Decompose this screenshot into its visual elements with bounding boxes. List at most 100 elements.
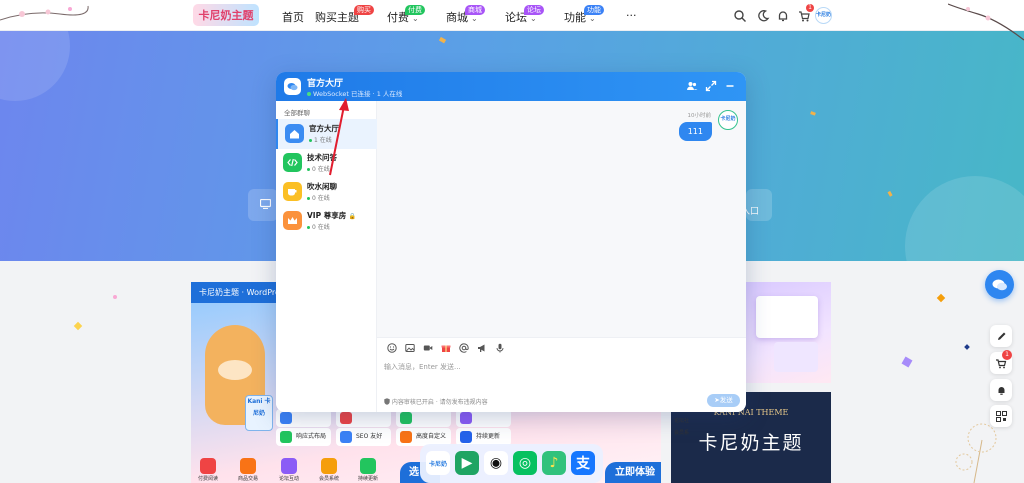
video-icon[interactable] xyxy=(423,343,433,353)
bottom-tile-forum[interactable]: 论坛互动 xyxy=(273,458,305,483)
promo-banner-title: 卡尼奶主题 xyxy=(698,432,804,454)
room-item-vip[interactable]: VIP 尊享房 🔒 0 在线 xyxy=(276,206,377,236)
banner-try-now-button[interactable]: 立即体验 xyxy=(605,462,661,483)
chat-window: 官方大厅 WebSocket 已连接 · 1 人在线 全部群聊 官方大厅 1 在… xyxy=(276,72,746,412)
room-name: VIP 尊享房 🔒 xyxy=(307,211,357,220)
tile-icon xyxy=(281,458,297,474)
crown-icon xyxy=(283,211,302,230)
room-item-official-hall[interactable]: 官方大厅 1 在线 xyxy=(276,119,377,149)
chat-room-icon xyxy=(284,78,301,95)
message-timestamp: 10小时前 xyxy=(687,113,712,119)
search-icon[interactable] xyxy=(733,9,747,23)
feature-chip-icon xyxy=(460,431,472,443)
feature-chip-responsive: 响应式布局 xyxy=(276,428,331,446)
message-composer: 内容审核已开启 · 请勿发布违规内容 ➤发送 xyxy=(377,337,746,412)
bottom-tile-updates[interactable]: 持续更新 xyxy=(352,458,384,483)
bell-icon xyxy=(998,386,1004,395)
room-online-count: 0 在线 xyxy=(307,164,330,173)
plum-branch-decor xyxy=(0,5,89,21)
kaninai-app-icon[interactable]: 卡尼奶 xyxy=(426,451,450,475)
promo-banner-strip: 卡尼奶主题 · WordPress 主 xyxy=(191,282,299,303)
chevron-down-icon: ⌄ xyxy=(471,14,478,23)
feature-chip-icon xyxy=(340,431,352,443)
room-name: 吹水闲聊 xyxy=(307,182,337,191)
site-logo[interactable]: 卡尼奶主题 xyxy=(193,4,259,26)
bottom-tile-paid-reading[interactable]: 付费阅读 xyxy=(192,458,224,483)
gift-icon[interactable] xyxy=(441,343,451,353)
nav-item-buy-theme[interactable]: 购买主题 xyxy=(315,9,359,25)
qq-icon[interactable]: ◉ xyxy=(484,451,508,475)
write-post-button[interactable] xyxy=(990,325,1012,347)
tile-icon xyxy=(240,458,256,474)
room-online-count: 0 在线 xyxy=(307,222,330,231)
open-chat-button[interactable] xyxy=(985,270,1014,299)
confetti-decor xyxy=(887,190,893,197)
pencil-icon xyxy=(997,332,1005,340)
feature-chip-seo: SEO 友好 xyxy=(336,428,391,446)
mention-icon[interactable] xyxy=(459,343,469,353)
mascot-cat-face xyxy=(218,360,252,380)
cart-count-badge: 1 xyxy=(806,4,814,12)
announcement-icon[interactable] xyxy=(477,343,487,353)
room-item-tech-qa[interactable]: 技术问答 0 在线 xyxy=(276,148,377,178)
message-bubble: 111 xyxy=(678,122,712,141)
home-icon xyxy=(285,124,304,143)
tile-icon xyxy=(360,458,376,474)
kani-phone-card: Kani 卡尼奶 xyxy=(245,395,273,431)
bell-icon[interactable] xyxy=(776,9,790,23)
nav-item-more[interactable]: ··· xyxy=(626,9,637,22)
feature-chip-icon xyxy=(280,412,292,424)
confetti-decor xyxy=(964,344,970,350)
bottom-tile-membership[interactable]: 会员系统 xyxy=(313,458,345,483)
feature-chip-icon xyxy=(280,431,292,443)
feature-chip-icon xyxy=(400,431,412,443)
nav-badge-shop: 商城 xyxy=(465,5,485,15)
wechat-icon[interactable]: ◎ xyxy=(513,451,537,475)
coffee-icon xyxy=(283,182,302,201)
emoji-icon[interactable] xyxy=(387,343,397,353)
minimize-icon[interactable] xyxy=(724,80,736,92)
chevron-down-icon: ⌄ xyxy=(589,14,596,23)
feature-chip-icon xyxy=(400,412,412,424)
room-online-count: 0 在线 xyxy=(307,193,330,202)
hero-decor-circle xyxy=(0,31,70,101)
microphone-icon[interactable] xyxy=(495,343,505,353)
nav-item-home[interactable]: 首页 xyxy=(282,9,304,25)
tile-icon xyxy=(321,458,337,474)
send-button[interactable]: ➤发送 xyxy=(707,394,740,407)
hero-decor-circle xyxy=(905,176,1024,261)
top-navbar: 卡尼奶主题 首页 购买主题 购买 付费 ⌄ 付费 商城 ⌄ 商城 论坛 ⌄ 论坛 功能… xyxy=(0,0,1024,31)
promo-banner-right-top[interactable] xyxy=(744,282,831,383)
confetti-decor xyxy=(936,293,946,303)
room-list-header: 全部群聊 xyxy=(284,109,310,117)
qq-music-icon[interactable]: ♪ xyxy=(542,451,566,475)
image-icon[interactable] xyxy=(405,343,415,353)
side-notify-button[interactable] xyxy=(990,379,1012,401)
chat-bubbles-icon xyxy=(287,83,298,91)
user-avatar[interactable]: 卡尼奶 xyxy=(815,7,832,24)
shield-icon xyxy=(384,398,390,405)
bottom-tile-shop[interactable]: 商品交易 xyxy=(232,458,264,483)
right-feature-label: 论坛社 xyxy=(674,418,690,424)
expand-icon[interactable] xyxy=(705,80,717,92)
moon-icon[interactable] xyxy=(756,9,770,23)
chat-bubbles-icon xyxy=(992,279,1007,290)
room-name: 技术问答 xyxy=(307,153,337,162)
nav-badge-paid: 付费 xyxy=(405,5,425,15)
nav-badge-forum: 论坛 xyxy=(524,5,544,15)
message-avatar[interactable]: 卡尼奶 xyxy=(718,110,738,130)
alipay-icon[interactable]: 支 xyxy=(571,451,595,475)
side-cart-badge: 1 xyxy=(1002,350,1012,360)
nav-badge-features: 功能 xyxy=(584,5,604,15)
play-store-icon[interactable]: ▶ xyxy=(455,451,479,475)
lock-icon: 🔒 xyxy=(348,213,357,220)
message-input[interactable] xyxy=(384,360,734,374)
dandelion-decor xyxy=(955,423,997,483)
message-list[interactable]: 10小时前 卡尼奶 111 xyxy=(377,101,746,337)
room-item-casual-chat[interactable]: 吹水闲聊 0 在线 xyxy=(276,177,377,207)
members-icon[interactable] xyxy=(686,80,698,92)
tile-icon xyxy=(200,458,216,474)
chat-header[interactable]: 官方大厅 WebSocket 已连接 · 1 人在线 xyxy=(276,72,746,101)
hero-quick-card-left[interactable] xyxy=(248,189,278,221)
monitor-icon xyxy=(260,199,271,209)
